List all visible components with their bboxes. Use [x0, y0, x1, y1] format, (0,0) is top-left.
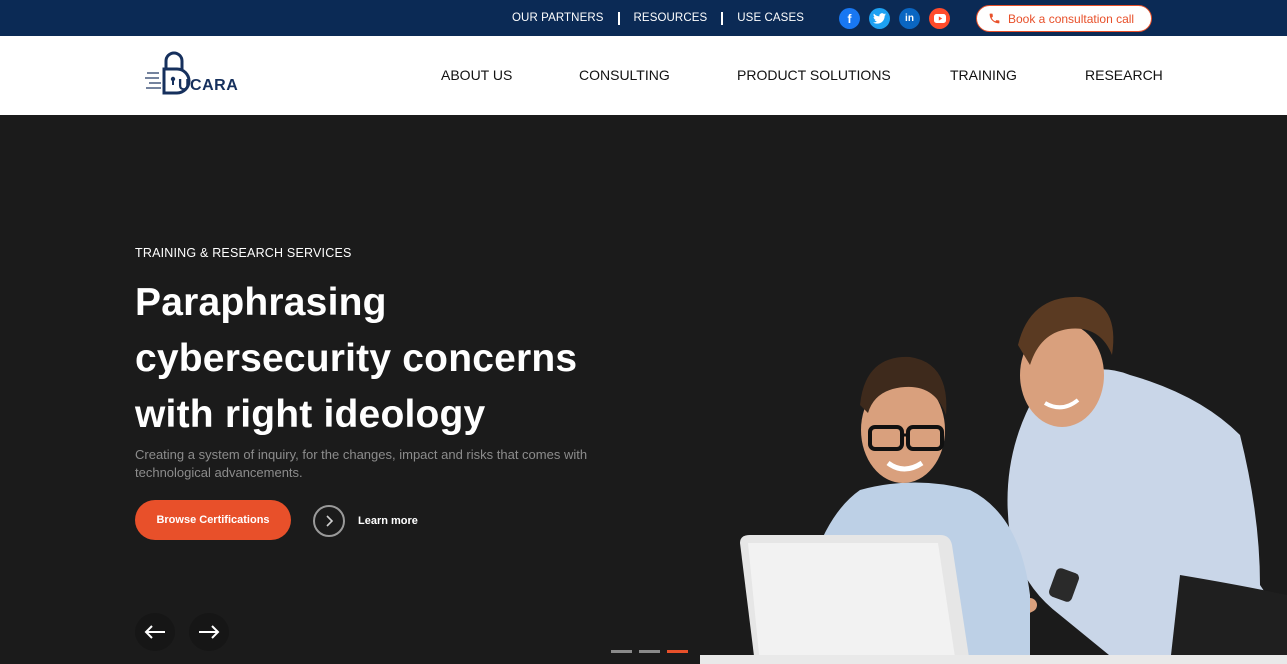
headline-line: cybersecurity concerns	[135, 337, 578, 380]
next-slide-button[interactable]	[189, 613, 229, 651]
nav-item-training[interactable]: TRAINING	[950, 67, 1017, 83]
hero-slider: TRAINING & RESEARCH SERVICES Paraphrasin…	[0, 115, 1287, 664]
consult-label: Book a consultation call	[1008, 11, 1135, 26]
learn-more-label: Learn more	[358, 515, 418, 527]
hero-headline: Paraphrasing cybersecurity concerns with…	[135, 275, 655, 443]
hero-eyebrow: TRAINING & RESEARCH SERVICES	[135, 246, 352, 260]
headline-line: Paraphrasing	[135, 281, 387, 324]
logo[interactable]: UCARA	[145, 51, 255, 97]
facebook-icon[interactable]: f	[839, 8, 860, 29]
slide-dot[interactable]	[639, 650, 660, 653]
nav-item-product-solutions[interactable]: PRODUCT SOLUTIONS	[737, 67, 891, 83]
nav-item-consulting[interactable]: CONSULTING	[579, 67, 670, 83]
arrow-left-icon	[144, 625, 165, 639]
headline-line: with right ideology	[135, 393, 486, 436]
hero-image	[700, 296, 1287, 664]
top-link-use-cases[interactable]: USE CASES	[737, 12, 804, 24]
social-links: f in	[839, 8, 950, 29]
book-consultation-button[interactable]: Book a consultation call	[976, 5, 1152, 32]
divider	[617, 11, 620, 25]
hero-subtitle: Creating a system of inquiry, for the ch…	[135, 447, 588, 480]
learn-more-link[interactable]: Learn more	[313, 505, 418, 537]
twitter-icon[interactable]	[869, 8, 890, 29]
chevron-right-icon	[313, 505, 345, 537]
slide-dot-active[interactable]	[667, 650, 688, 653]
slide-dot[interactable]	[611, 650, 632, 653]
browse-certifications-button[interactable]: Browse Certifications	[135, 500, 291, 540]
linkedin-icon[interactable]: in	[899, 8, 920, 29]
nav-item-about-us[interactable]: ABOUT US	[441, 67, 512, 83]
slide-indicators	[611, 650, 688, 653]
slider-arrows	[135, 613, 229, 651]
top-link-resources[interactable]: RESOURCES	[634, 12, 708, 24]
main-navbar: UCARA ABOUT US CONSULTING PRODUCT SOLUTI…	[0, 36, 1287, 115]
logo-text: UCARA	[178, 77, 239, 94]
arrow-right-icon	[199, 625, 220, 639]
nav-item-research[interactable]: RESEARCH	[1085, 67, 1163, 83]
phone-icon	[989, 13, 1000, 24]
top-links: OUR PARTNERS RESOURCES USE CASES	[512, 0, 804, 36]
top-bar: OUR PARTNERS RESOURCES USE CASES f in Bo…	[0, 0, 1287, 36]
top-link-our-partners[interactable]: OUR PARTNERS	[512, 12, 604, 24]
divider	[721, 11, 724, 25]
prev-slide-button[interactable]	[135, 613, 175, 651]
youtube-icon[interactable]	[929, 8, 950, 29]
